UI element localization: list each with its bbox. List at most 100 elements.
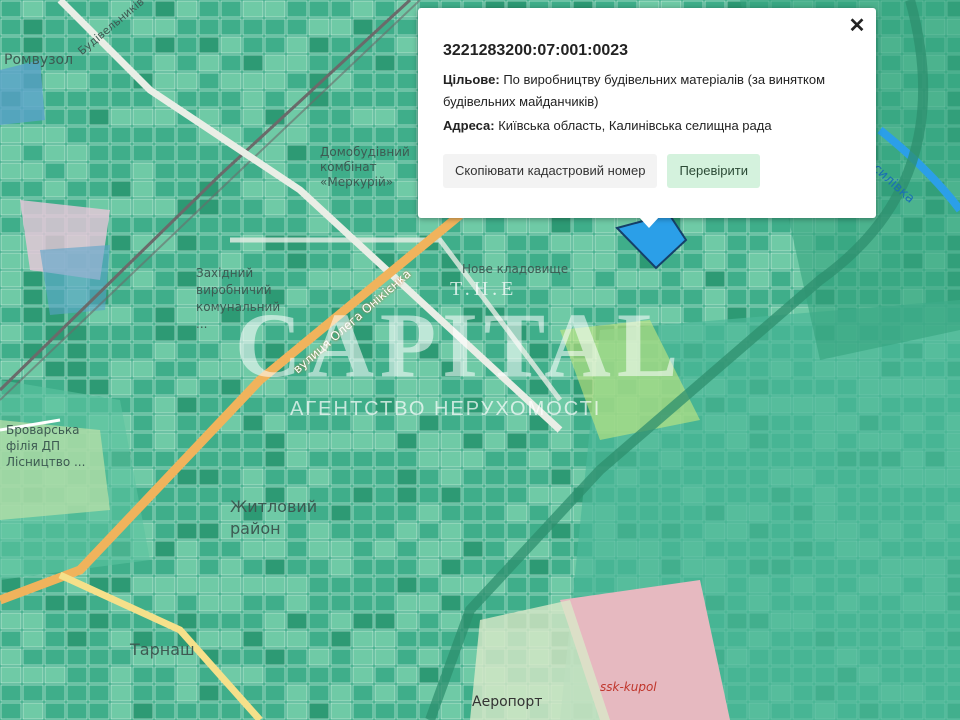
parcel [154,666,176,684]
parcel [506,594,528,612]
parcel [418,270,440,288]
parcel [484,540,506,558]
parcel [220,450,242,468]
parcel [528,486,550,504]
parcel [440,414,462,432]
parcel [396,432,418,450]
parcel [154,594,176,612]
parcel [154,270,176,288]
parcel [0,36,22,54]
parcel [22,18,44,36]
parcel [0,630,22,648]
parcel [110,180,132,198]
parcel [506,234,528,252]
parcel [418,594,440,612]
parcel [396,126,418,144]
parcel [352,72,374,90]
parcel [352,612,374,630]
parcel [550,306,572,324]
parcel [220,702,242,720]
parcel [528,468,550,486]
parcel [176,180,198,198]
parcel [374,396,396,414]
parcel [506,450,528,468]
parcel [374,306,396,324]
parcel [352,126,374,144]
parcel [308,108,330,126]
parcel [462,216,484,234]
parcel [132,306,154,324]
parcel [616,288,638,306]
parcel [550,216,572,234]
parcel [286,72,308,90]
parcel [682,270,704,288]
parcel [374,324,396,342]
parcel [132,666,154,684]
parcel [242,126,264,144]
parcel [242,468,264,486]
parcel [44,126,66,144]
parcel [88,648,110,666]
parcel [22,288,44,306]
check-button[interactable]: Перевірити [667,154,760,188]
parcel [132,576,154,594]
parcel [176,234,198,252]
parcel [352,630,374,648]
parcel [396,594,418,612]
parcel [242,0,264,18]
parcel [484,378,506,396]
parcel [418,378,440,396]
parcel [462,522,484,540]
parcel [308,234,330,252]
parcel [110,90,132,108]
address-label: Адреса: [443,118,495,133]
parcel [0,162,22,180]
parcel [22,306,44,324]
parcel [528,342,550,360]
parcel [352,324,374,342]
parcel [22,0,44,18]
parcel [726,216,748,234]
parcel [22,684,44,702]
parcel [132,36,154,54]
parcel [374,576,396,594]
parcel [66,108,88,126]
parcel [176,468,198,486]
parcel [0,180,22,198]
parcel [198,630,220,648]
parcel [88,0,110,18]
parcel [286,18,308,36]
parcel [396,702,418,720]
parcel [110,378,132,396]
parcel [176,306,198,324]
parcel [462,414,484,432]
parcel [286,234,308,252]
close-icon[interactable]: ✕ [845,14,869,38]
parcel [44,90,66,108]
parcel [352,666,374,684]
parcel [374,234,396,252]
parcel [132,198,154,216]
parcel [110,666,132,684]
parcel [198,234,220,252]
parcel [0,288,22,306]
parcel [110,630,132,648]
parcel [550,234,572,252]
parcel [22,180,44,198]
parcel [550,540,572,558]
parcel [132,126,154,144]
parcel [132,702,154,720]
parcel [154,306,176,324]
parcel [506,522,528,540]
parcel [220,468,242,486]
parcel [22,270,44,288]
parcel [352,54,374,72]
parcel [374,342,396,360]
copy-cadastral-button[interactable]: Скопіювати кадастровий номер [443,154,658,188]
parcel [484,324,506,342]
parcel [198,144,220,162]
parcel [220,216,242,234]
parcel [264,684,286,702]
parcel [462,396,484,414]
parcel [330,36,352,54]
